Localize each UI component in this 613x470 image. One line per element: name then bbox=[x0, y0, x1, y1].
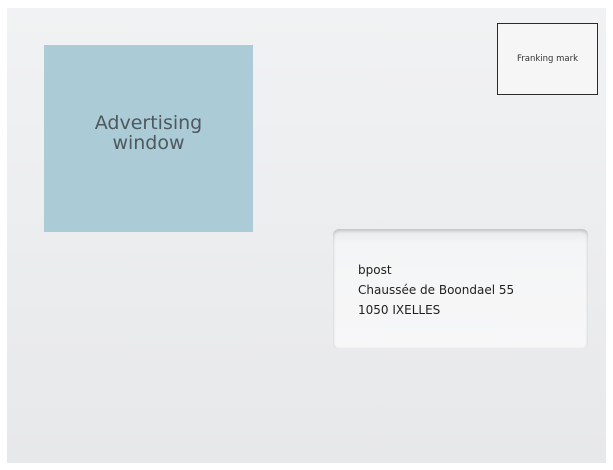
advertising-window: Advertising window bbox=[44, 45, 253, 232]
address-line-city: 1050 IXELLES bbox=[358, 303, 441, 317]
page: Advertising window Franking mark bpost C… bbox=[0, 0, 613, 470]
address-block: bpost Chaussée de Boondael 55 1050 IXELL… bbox=[358, 260, 514, 320]
advertising-window-label: Advertising window bbox=[94, 111, 203, 154]
address-window: bpost Chaussée de Boondael 55 1050 IXELL… bbox=[333, 229, 588, 349]
address-line-street: Chaussée de Boondael 55 bbox=[358, 283, 515, 297]
envelope: Advertising window Franking mark bpost C… bbox=[7, 8, 606, 463]
franking-mark-label: Franking mark bbox=[516, 54, 579, 64]
address-line-name: bpost bbox=[358, 263, 392, 277]
franking-mark-box: Franking mark bbox=[497, 23, 598, 95]
